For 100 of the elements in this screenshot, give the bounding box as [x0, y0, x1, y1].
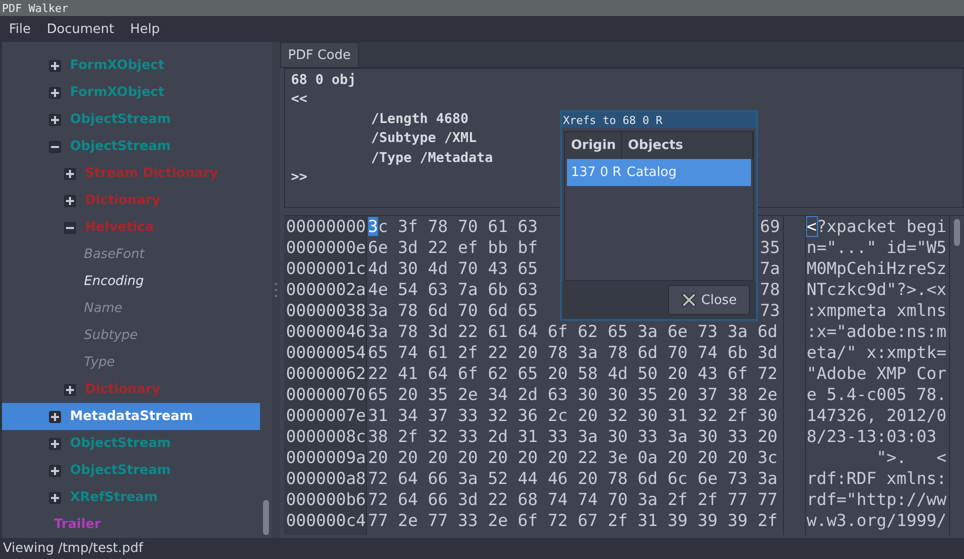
code-line: /Length 4680 — [370, 110, 469, 129]
hex-bytes: 65 74 61 2f 22 20 78 3a 78 6d 70 74 6b 3d — [368, 343, 778, 362]
status-text: Viewing /tmp/test.pdf — [3, 541, 144, 556]
offset-text: 000000b6 — [286, 490, 366, 509]
code-line: 68 0 obj — [291, 71, 356, 90]
offset-text: 00000046 — [286, 322, 366, 341]
expand-icon[interactable] — [49, 464, 61, 476]
hex-bytes: 22 41 64 6f 62 65 20 58 4d 50 20 43 6f 72 — [368, 364, 778, 383]
ascii-text: w.w3.org/1999/ — [806, 511, 946, 530]
ascii-text: NTczkc9d"?>.<x — [806, 280, 946, 299]
ascii-text: rdf="http://ww — [806, 490, 946, 509]
hex-bytes: 31 34 37 33 32 36 2c 20 32 30 31 32 2f 30 — [368, 406, 778, 425]
code-line: /Type /Metadata — [370, 148, 493, 168]
code-line: << — [291, 90, 308, 110]
tree-label: Dictionary — [85, 382, 160, 397]
expand-icon[interactable] — [64, 194, 76, 206]
expand-icon[interactable] — [64, 168, 76, 180]
window-title: PDF Walker — [2, 2, 68, 14]
close-icon — [681, 292, 698, 308]
tree-label: Helvetica — [85, 220, 154, 235]
splitter-handle[interactable] — [272, 42, 280, 538]
hex-bytes: 3a 78 3d 22 61 64 6f 62 65 3a 6e 73 3a 6d — [368, 322, 778, 341]
tree-item[interactable]: ObjectStream — [2, 106, 260, 133]
ascii-text: rdf:RDF xmlns: — [806, 469, 946, 488]
ascii-text: eta/" x:xmptk= — [806, 343, 946, 362]
hex-bytes: 38 2f 32 33 2d 31 33 3a 30 33 3a 30 33 20 — [368, 427, 778, 446]
hex-bytes: 78 — [760, 280, 780, 299]
tree-item[interactable]: ObjectStream — [2, 430, 260, 457]
tree-item[interactable]: Subtype — [2, 322, 260, 349]
tree-label: Stream Dictionary — [85, 166, 218, 181]
tab[interactable]: PDF Code — [280, 42, 359, 67]
ascii-text: ">. < — [876, 448, 946, 467]
tree-item[interactable]: Name — [2, 295, 260, 322]
menu-item[interactable]: Help — [130, 22, 160, 36]
tree-label: Name — [84, 301, 122, 316]
tree-label: Encoding — [84, 274, 144, 289]
offset-text: 00000070 — [286, 385, 366, 404]
menu-item[interactable]: Document — [46, 22, 114, 36]
hex-bytes: 77 2e 77 33 2e 6f 72 67 2f 31 39 39 39 2f — [368, 511, 778, 530]
tree-item[interactable]: ObjectStream — [2, 133, 260, 160]
hex-bytes: 72 64 66 3d 22 68 74 74 70 3a 2f 2f 77 77 — [368, 490, 778, 509]
expand-icon[interactable] — [49, 114, 61, 126]
collapse-icon[interactable] — [49, 140, 61, 152]
tree-item[interactable]: FormXObject — [2, 52, 260, 79]
offset-text: 000000c4 — [286, 511, 366, 530]
hex-bytes: 3a 78 6d 70 6d 65 — [368, 301, 538, 320]
tree-label: FormXObject — [70, 85, 164, 100]
code-line: >> — [291, 168, 308, 188]
tree-item[interactable]: Trailer — [2, 511, 260, 538]
expand-icon[interactable] — [49, 86, 61, 98]
ascii-text: <?xpacket begi — [806, 217, 946, 236]
hex-bytes: 4e 54 63 7a 6b 63 — [368, 280, 538, 299]
ascii-text: n="..." id="W5 — [806, 238, 946, 257]
tree-item[interactable]: Type — [2, 349, 260, 376]
offset-text: 0000000e — [286, 238, 366, 257]
ascii-text: 8/23-13:03:03 — [806, 427, 936, 446]
ascii-text: M0MpCehiHzreSz — [806, 259, 946, 278]
table-cell-text: Catalog — [626, 164, 678, 182]
expand-icon[interactable] — [49, 438, 61, 450]
expand-icon[interactable] — [49, 410, 61, 422]
expand-icon[interactable] — [64, 384, 76, 396]
hex-bytes: 65 20 35 2e 34 2d 63 30 30 35 20 37 38 2e — [368, 385, 778, 404]
offset-text: 0000009a — [286, 448, 366, 467]
table-cell-text: 137 0 R — [570, 164, 622, 182]
hex-bytes: 3c 3f 78 70 61 63 — [368, 217, 538, 236]
dialog-title: Xrefs to 68 0 R — [563, 114, 662, 126]
tree-item[interactable]: FormXObject — [2, 79, 260, 106]
tree-item[interactable]: Encoding — [2, 268, 260, 295]
scrollbar-thumb[interactable] — [263, 500, 269, 535]
tree-item[interactable]: MetadataStream — [2, 403, 260, 430]
ascii-text: "Adobe XMP Cor — [806, 364, 946, 383]
tree-item[interactable]: BaseFont — [2, 241, 260, 268]
offset-text: 00000038 — [286, 301, 366, 320]
tree-label: BaseFont — [84, 247, 144, 262]
hex-bytes: 6e 3d 22 ef bb bf — [368, 238, 538, 257]
ascii-text: 147326, 2012/0 — [806, 406, 946, 425]
tree-label: Type — [84, 355, 115, 370]
collapse-icon[interactable] — [64, 222, 76, 234]
ascii-text: :x="adobe:ns:m — [806, 322, 946, 341]
offset-text: 00000062 — [286, 364, 366, 383]
tree-label: ObjectStream — [70, 463, 171, 478]
tree-item[interactable]: XRefStream — [2, 484, 260, 511]
expand-icon[interactable] — [49, 492, 61, 504]
tree-label: ObjectStream — [70, 139, 171, 154]
offset-text: 0000007e — [286, 406, 366, 425]
close-button[interactable]: Close — [668, 285, 750, 315]
tree-label: FormXObject — [70, 58, 164, 73]
offset-text: 00000054 — [286, 343, 366, 362]
tree-item[interactable]: ObjectStream — [2, 457, 260, 484]
tree-label: Trailer — [54, 517, 101, 532]
offset-text: 0000001c — [286, 259, 366, 278]
offset-text: 0000008c — [286, 427, 366, 446]
scrollbar-thumb[interactable] — [954, 219, 960, 246]
hex-bytes: 7a — [760, 259, 780, 278]
hex-bytes: 69 — [760, 217, 780, 236]
hex-bytes: 20 20 20 20 20 20 20 22 3e 0a 20 20 20 3c — [368, 448, 778, 467]
table-row[interactable]: 137 0 R Catalog — [567, 159, 751, 186]
menu-item[interactable]: File — [9, 22, 31, 36]
expand-icon[interactable] — [49, 60, 61, 72]
offset-text: 00000000 — [286, 217, 366, 236]
